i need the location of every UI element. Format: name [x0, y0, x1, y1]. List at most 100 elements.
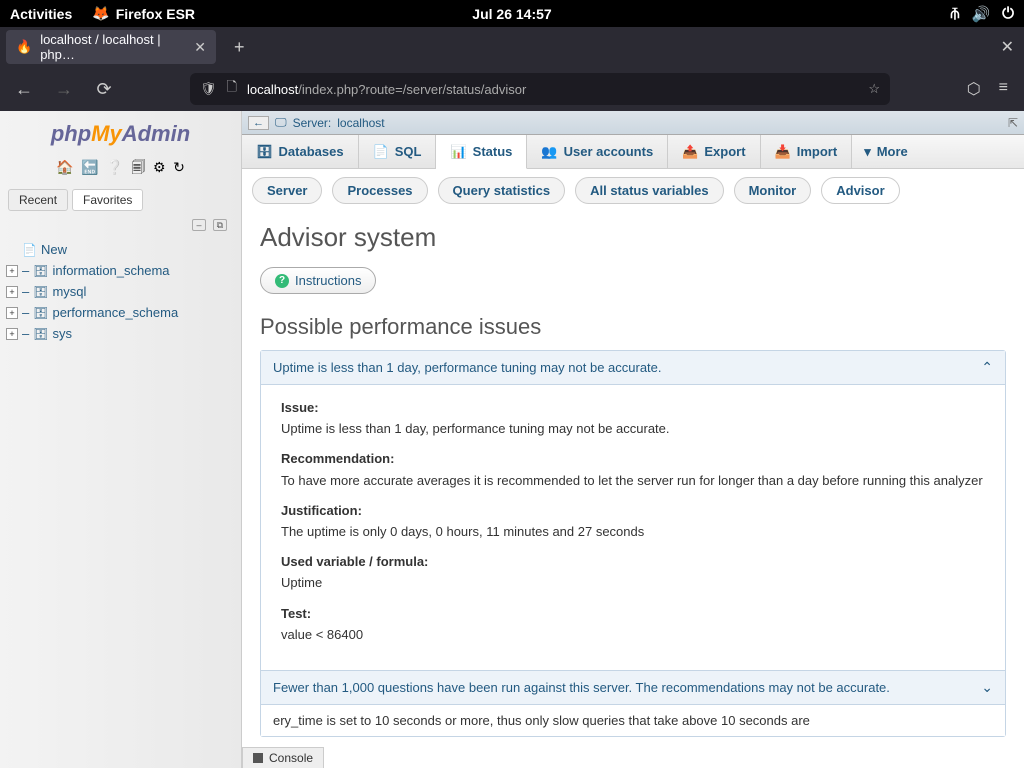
issue-header[interactable]: ery_time is set to 10 seconds or more, t… — [261, 705, 1005, 736]
hamburger-menu-icon[interactable]: ≡ — [999, 79, 1008, 99]
url-host: localhost — [247, 82, 298, 97]
instructions-label: Instructions — [295, 273, 361, 288]
sidebar-tab-favorites[interactable]: Favorites — [72, 189, 143, 211]
window-close-icon[interactable]: ✕ — [1001, 37, 1018, 57]
expand-icon[interactable]: + — [6, 286, 18, 298]
active-app-label: Firefox ESR — [116, 6, 195, 22]
new-db-icon: 📄 — [22, 243, 37, 257]
breadcrumb-back-icon[interactable]: ← — [248, 116, 269, 130]
pocket-icon[interactable]: ⬡ — [967, 79, 981, 99]
tab-import[interactable]: 📥Import — [761, 135, 853, 168]
recommendation-text: To have more accurate averages it is rec… — [281, 472, 985, 490]
issue-header[interactable]: Uptime is less than 1 day, performance t… — [261, 351, 1005, 385]
reload-button[interactable]: ⟳ — [90, 75, 118, 103]
expand-icon[interactable]: + — [6, 265, 18, 277]
console-label: Console — [269, 751, 313, 765]
reload-icon[interactable]: ↻ — [173, 159, 185, 175]
tree-label: mysql — [52, 284, 86, 299]
docs-icon[interactable]: ❔ — [106, 159, 123, 175]
shield-icon[interactable]: 🛡 — [200, 81, 217, 97]
variable-label: Used variable / formula: — [281, 553, 985, 571]
tree-node[interactable]: +–🗄 information_schema — [6, 260, 235, 281]
subnav-monitor[interactable]: Monitor — [734, 177, 812, 204]
server-icon: 🖵 — [275, 115, 287, 130]
breadcrumb-host[interactable]: localhost — [337, 116, 384, 130]
collapse-panel-icon[interactable]: ⇱ — [1008, 116, 1018, 130]
console-toggle[interactable]: Console — [242, 747, 324, 768]
clock[interactable]: Jul 26 14:57 — [472, 6, 551, 22]
url-path: /index.php?route=/server/status/advisor — [298, 82, 526, 97]
test-text: value < 86400 — [281, 626, 985, 644]
network-icon[interactable]: ⫚ — [951, 5, 960, 22]
browser-toolbar: ← → ⟳ 🛡 🗋 localhost/index.php?route=/ser… — [0, 67, 1024, 111]
variable-text: Uptime — [281, 574, 985, 592]
tree-label: information_schema — [52, 263, 169, 278]
database-icon: 🗄 — [33, 264, 48, 278]
recommendation-label: Recommendation: — [281, 450, 985, 468]
justification-label: Justification: — [281, 502, 985, 520]
databases-icon: 🗄 — [256, 144, 273, 160]
database-icon: 🗄 — [33, 327, 48, 341]
active-app[interactable]: 🦊 Firefox ESR — [92, 5, 195, 22]
subnav-query-statistics[interactable]: Query statistics — [438, 177, 566, 204]
tab-label: Export — [704, 144, 745, 159]
console-icon — [253, 753, 263, 763]
issue-title: ery_time is set to 10 seconds or more, t… — [273, 713, 810, 728]
tab-status[interactable]: 📊Status — [436, 135, 527, 169]
issue-body: Issue: Uptime is less than 1 day, perfor… — [261, 385, 1005, 671]
power-icon[interactable]: ⏻ — [1002, 5, 1014, 22]
tab-user-accounts[interactable]: 👥 User accounts — [527, 135, 668, 168]
browser-tab[interactable]: 🔥 localhost / localhost | php… ✕ — [6, 30, 216, 64]
favicon: 🔥 — [16, 39, 32, 55]
subnav-all-status-variables[interactable]: All status variables — [575, 177, 724, 204]
tree-label: performance_schema — [52, 305, 178, 320]
subnav-server[interactable]: Server — [252, 177, 322, 204]
page-title: Advisor system — [260, 222, 1006, 253]
tree-collapse-icon[interactable]: – — [192, 219, 205, 231]
users-icon: 👥 — [541, 144, 557, 160]
sidebar-mini-toolbar: 🏠 🔚 ❔ 🗐 ⚙ ↻ — [0, 153, 241, 185]
back-button[interactable]: ← — [10, 75, 38, 103]
tab-label: User accounts — [564, 144, 654, 159]
url-bar[interactable]: 🛡 🗋 localhost/index.php?route=/server/st… — [190, 73, 890, 105]
tree-new[interactable]: 📄 New — [6, 239, 235, 260]
chevron-down-icon: ▾ — [864, 144, 871, 160]
tab-close-icon[interactable]: ✕ — [194, 39, 206, 56]
tab-databases[interactable]: 🗄Databases — [242, 135, 359, 168]
home-icon[interactable]: 🏠 — [56, 159, 73, 175]
activities-button[interactable]: Activities — [10, 6, 72, 22]
status-subnav: Server Processes Query statistics All st… — [242, 169, 1024, 212]
tab-label: SQL — [395, 144, 422, 159]
subnav-processes[interactable]: Processes — [332, 177, 427, 204]
volume-icon[interactable]: 🔊 — [971, 5, 990, 23]
expand-icon[interactable]: + — [6, 328, 18, 340]
tree-node[interactable]: +–🗄 sys — [6, 323, 235, 344]
sql-doc-icon[interactable]: 🗐 — [131, 159, 145, 175]
issue-header[interactable]: Fewer than 1,000 questions have been run… — [261, 671, 1005, 705]
sidebar-tab-recent[interactable]: Recent — [8, 189, 68, 211]
logout-icon[interactable]: 🔚 — [81, 159, 98, 175]
new-tab-button[interactable]: + — [224, 37, 255, 58]
test-label: Test: — [281, 605, 985, 623]
tree-link-icon[interactable]: ⧉ — [213, 219, 227, 231]
tree-node[interactable]: +–🗄 performance_schema — [6, 302, 235, 323]
settings-icon[interactable]: ⚙ — [153, 159, 166, 175]
subnav-advisor[interactable]: Advisor — [821, 177, 899, 204]
tab-sql[interactable]: 📄SQL — [359, 135, 437, 168]
status-icon: 📊 — [450, 144, 466, 160]
issues-heading: Possible performance issues — [260, 314, 1006, 340]
tree-node[interactable]: +–🗄 mysql — [6, 281, 235, 302]
tab-more[interactable]: ▾ More — [852, 135, 920, 168]
firefox-icon: 🦊 — [92, 5, 109, 22]
pma-sidebar: phpMyAdmin 🏠 🔚 ❔ 🗐 ⚙ ↻ Recent Favorites … — [0, 111, 242, 768]
bookmark-star-icon[interactable]: ☆ — [868, 81, 880, 97]
expand-icon[interactable]: + — [6, 307, 18, 319]
breadcrumb-server-label: Server: — [293, 116, 332, 130]
tab-export[interactable]: 📤Export — [668, 135, 760, 168]
pma-logo[interactable]: phpMyAdmin — [0, 111, 241, 153]
info-icon: ? — [275, 274, 289, 288]
issue-label: Issue: — [281, 399, 985, 417]
instructions-button[interactable]: ? Instructions — [260, 267, 376, 294]
tab-label: More — [877, 144, 908, 159]
site-info-icon[interactable]: 🗋 — [227, 78, 237, 100]
